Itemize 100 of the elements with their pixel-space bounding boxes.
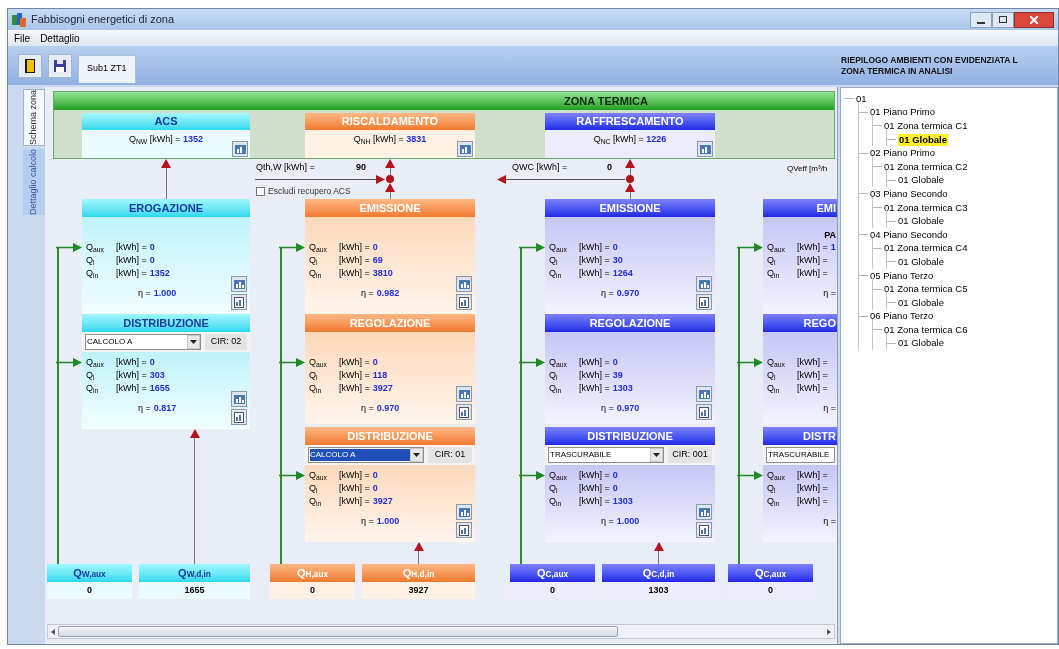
section-header: DISTR [763,427,837,445]
chart-button[interactable] [697,141,713,157]
total-value: 1303 [602,582,715,599]
quantity-value: 0 [612,482,618,495]
side-tab[interactable]: Schema zona [23,89,45,147]
chart-button[interactable] [231,276,247,292]
quantity-label: Q$_{in}$ [767,382,781,395]
side-tab[interactable]: Dettaglio calcolo [23,149,45,216]
minimize-button[interactable] [970,11,992,28]
tree-item[interactable]: 01 Zona termica C2 [884,160,968,173]
summary-header: ACS [82,113,250,130]
horizontal-scrollbar[interactable] [47,624,835,639]
tree-item[interactable]: 02 Piano Primo [870,147,935,160]
report-button[interactable] [231,294,247,310]
chart-button[interactable] [457,141,473,157]
feed-arrow [737,358,763,367]
tree-item[interactable]: 01 Globale [898,133,949,146]
report-button[interactable] [696,522,712,538]
total-header: Q$_{C,d,in}$ [602,564,715,582]
feed-arrow [737,471,763,480]
section-header: REGO [763,314,837,332]
tree-item[interactable]: 01 Globale [898,255,944,268]
chart-button[interactable] [456,504,472,520]
report-button[interactable] [696,404,712,420]
total-header: Q$_{W,aux}$ [47,564,132,582]
chart-button[interactable] [456,386,472,402]
report-button[interactable] [231,409,247,425]
quantity-label: Q$_{l}$ [549,482,559,495]
calculation-select[interactable]: TRASCURABILE [548,447,664,463]
tree-item[interactable]: 01 Globale [898,215,944,228]
tree-item[interactable]: 01 [856,92,867,105]
unit-label: [kWh] = [579,495,610,508]
tree-item[interactable]: 01 Zona termica C5 [884,283,968,296]
quantity-label: Q$_{aux}$ [309,356,328,369]
minimize-icon [977,21,985,24]
section-header: DISTRIBUZIONE [305,427,475,445]
calculation-select[interactable]: CALCOLO A [85,334,201,350]
caret-icon [650,448,663,462]
close-button[interactable] [1014,11,1054,28]
total-value: 0 [510,582,595,599]
flow-arrow [161,159,171,199]
summary-header: RAFFRESCAMENTO [545,113,715,130]
calculation-select[interactable]: CALCOLO A [308,447,424,463]
tree-item[interactable]: 06 Piano Terzo [870,310,934,323]
efficiency-value: 1.000 [616,514,640,528]
quantity-value: 1303 [612,495,633,508]
quantity-value: 0 [149,254,155,267]
summary-value: Q$_{NH}$ [kWh] = 3831 [353,133,427,147]
total-header: Q$_{H,aux}$ [270,564,355,582]
unit-label: [kWh] = [339,241,370,254]
chart-icon [699,144,711,154]
tree-item[interactable]: 01 Zona termica C6 [884,323,968,336]
unit-label: [kWh] = [579,356,610,369]
total-value: 0 [728,582,813,599]
quantity-label: Q$_{l}$ [549,254,559,267]
quantity-label: Q$_{l}$ [767,369,777,382]
section-header: REGOLAZIONE [305,314,475,332]
maximize-button[interactable] [992,11,1014,28]
tree-item[interactable]: 01 Zona termica C1 [884,120,968,132]
quantity-label: Q$_{l}$ [767,482,777,495]
efficiency-value: 0.817 [153,401,177,415]
calculation-select[interactable]: TRASCURABILE [766,447,835,463]
exit-button[interactable] [18,53,42,78]
chart-button[interactable] [696,386,712,402]
document-tab[interactable]: Sub1 ZT1 [78,54,136,83]
chart-button[interactable] [232,141,248,157]
tree-item[interactable]: 01 Globale [898,174,944,187]
tree-item[interactable]: 01 Globale [898,337,944,350]
menu-item[interactable]: Dettaglio [40,30,80,46]
save-button[interactable] [48,53,72,78]
unit-label: [kWh] = [339,254,370,267]
tree-item[interactable]: 04 Piano Secondo [870,228,948,241]
chart-icon [233,394,245,404]
unit-label: [kWh] = [797,369,828,382]
quantity-value: 3927 [372,382,393,395]
circuit-label: CIR: 001 [668,447,712,463]
tree-item[interactable]: 01 Zona termica C4 [884,242,968,255]
report-button[interactable] [696,294,712,310]
summary-value: Q$_{NW}$ [kWh] = 1352 [128,133,204,147]
report-button[interactable] [456,404,472,420]
tree-item[interactable]: 05 Piano Terzo [870,269,934,282]
recovery-checkbox[interactable] [256,186,265,196]
section-header: EMI [763,199,837,217]
close-icon [1030,15,1038,24]
report-button[interactable] [456,522,472,538]
chart-button[interactable] [456,276,472,292]
chart-button[interactable] [696,276,712,292]
quantity-label: Q$_{in}$ [86,382,100,395]
chart-button[interactable] [231,391,247,407]
menu-item[interactable]: File [14,30,31,46]
tree-item[interactable]: 01 Globale [898,296,944,309]
total-header: Q$_{C,aux}$ [728,564,813,582]
chart-button[interactable] [696,504,712,520]
document-icon [459,406,469,418]
circuit-label: CIR: 01 [428,447,472,463]
report-button[interactable] [456,294,472,310]
unit-label: [kWh] = [116,254,147,267]
tree-item[interactable]: 03 Piano Secondo [870,187,948,200]
quantity-value: 0 [612,356,618,369]
tree-item[interactable]: 01 Piano Primo [870,106,935,119]
